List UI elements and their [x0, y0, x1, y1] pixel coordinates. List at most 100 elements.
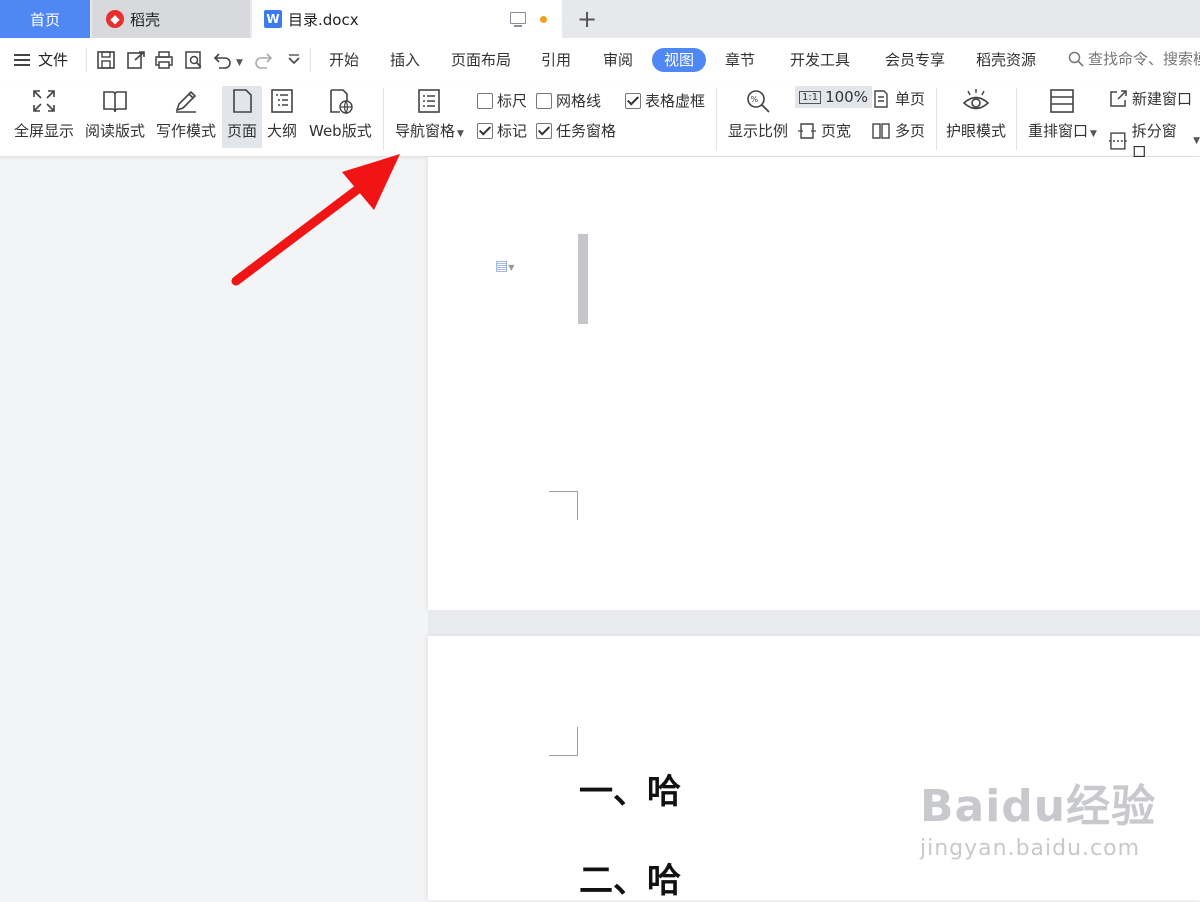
paragraph-layout-icon[interactable]: ▤▼	[495, 258, 514, 274]
print-icon[interactable]	[154, 50, 174, 70]
split-window-button[interactable]: 拆分窗口 ▼	[1108, 120, 1200, 162]
ribbon-divider	[936, 88, 937, 150]
menu-references[interactable]: 引用	[541, 48, 571, 72]
svg-text:%: %	[751, 95, 759, 104]
web-layout-button[interactable]: Web版式	[309, 86, 372, 141]
table-frame-checkbox[interactable]: 表格虚框	[625, 90, 705, 111]
menu-member[interactable]: 会员专享	[885, 48, 945, 72]
new-window-label: 新建窗口	[1132, 90, 1193, 108]
zoom-100-label: 100%	[825, 88, 868, 106]
customize-chevron-icon[interactable]	[284, 50, 304, 70]
web-page-icon	[325, 86, 355, 116]
task-pane-checkbox[interactable]: 任务窗格	[536, 120, 616, 141]
navigation-pane-label: 导航窗格 ▼	[395, 120, 464, 141]
monitor-icon[interactable]	[510, 12, 526, 27]
menu-divider	[86, 48, 87, 72]
zoom-label: 显示比例	[728, 122, 789, 140]
tab-document[interactable]: W 目录.docx	[252, 0, 562, 38]
marks-checkbox[interactable]: 标记	[477, 120, 527, 141]
menu-review[interactable]: 审阅	[603, 48, 633, 72]
tab-home[interactable]: 首页	[0, 0, 90, 38]
menu-page-layout[interactable]: 页面布局	[451, 48, 511, 72]
ruler-checkbox[interactable]: 标尺	[477, 90, 527, 111]
checkbox-box	[477, 92, 493, 109]
split-window-label: 拆分窗口	[1131, 122, 1177, 161]
task-pane-label: 任务窗格	[556, 122, 617, 140]
one-to-one-icon: 1:1	[799, 90, 822, 104]
export-icon[interactable]	[126, 50, 146, 70]
unsaved-dot-icon	[540, 16, 547, 23]
open-book-icon	[100, 86, 130, 116]
reading-layout-label: 阅读版式	[85, 122, 146, 140]
chevron-down-icon: ▼	[457, 129, 464, 139]
multi-page-button[interactable]: 多页	[871, 120, 925, 141]
zoom-button[interactable]: % 显示比例	[728, 86, 788, 141]
navigation-pane-button[interactable]: 导航窗格 ▼	[395, 86, 464, 141]
undo-dropdown-icon[interactable]: ▼	[234, 50, 244, 70]
single-page-icon	[874, 89, 888, 108]
menu-insert[interactable]: 插入	[390, 48, 420, 72]
reading-layout-button[interactable]: 阅读版式	[85, 86, 145, 141]
hamburger-icon	[14, 53, 30, 66]
ribbon-divider	[1016, 88, 1017, 150]
zoom-100-button[interactable]: 1:1 100%	[795, 86, 872, 108]
split-window-icon	[1108, 132, 1127, 150]
print-preview-icon[interactable]	[184, 50, 204, 70]
outline-view-label: 大纲	[267, 122, 298, 140]
tab-daoke[interactable]: ◆ 稻壳	[92, 0, 250, 38]
command-search[interactable]: 查找命令、搜索模	[1068, 48, 1200, 69]
arrange-windows-button[interactable]: 重排窗口 ▼	[1028, 86, 1097, 141]
new-tab-plus-icon[interactable]: +	[574, 5, 600, 33]
multi-page-icon	[872, 122, 890, 139]
page-width-icon	[798, 122, 816, 139]
outline-icon	[267, 86, 297, 116]
paragraph-selection-bar	[578, 234, 588, 324]
file-menu-label: 文件	[38, 51, 69, 69]
title-tab-bar: 首页 ◆ 稻壳 W 目录.docx +	[0, 0, 1200, 38]
checkbox-box	[536, 122, 552, 139]
menu-daoke-resources[interactable]: 稻壳资源	[976, 48, 1036, 72]
writing-mode-button[interactable]: 写作模式	[156, 86, 216, 141]
single-page-label: 单页	[895, 90, 926, 108]
menu-view[interactable]: 视图	[652, 48, 707, 72]
search-placeholder: 查找命令、搜索模	[1088, 50, 1200, 68]
page-icon	[227, 86, 257, 116]
single-page-button[interactable]: 单页	[871, 88, 925, 109]
checkbox-box	[536, 92, 552, 109]
arrange-windows-text: 重排窗口	[1028, 122, 1089, 140]
outline-view-button[interactable]: 大纲	[267, 86, 297, 141]
menu-chapter[interactable]: 章节	[725, 48, 755, 72]
eye-icon	[961, 86, 991, 116]
undo-icon[interactable]	[212, 50, 232, 70]
tab-home-label: 首页	[29, 10, 60, 29]
page-view-button[interactable]: 页面	[222, 86, 262, 148]
menu-start[interactable]: 开始	[329, 48, 359, 72]
chevron-down-icon: ▼	[1193, 136, 1200, 146]
ruler-label: 标尺	[497, 92, 528, 110]
menu-developer[interactable]: 开发工具	[790, 48, 850, 72]
page-width-button[interactable]: 页宽	[797, 120, 851, 141]
view-ribbon: 全屏显示 阅读版式 写作模式 页面 大纲 Web版式 导航窗格 ▼ 标尺 网格线…	[0, 82, 1200, 161]
fullscreen-button[interactable]: 全屏显示	[14, 86, 74, 141]
fullscreen-label: 全屏显示	[14, 122, 75, 140]
arrange-windows-icon	[1047, 86, 1077, 116]
web-layout-label: Web版式	[309, 122, 372, 140]
page-view-label: 页面	[226, 122, 257, 140]
writing-mode-label: 写作模式	[156, 122, 217, 140]
redo-icon[interactable]	[254, 50, 274, 70]
gridlines-checkbox[interactable]: 网格线	[536, 90, 601, 111]
menu-bar: 文件 ▼ 开始 插入 页面布局 引用 审阅 视图 章节 开发工具 会员专享 稻壳…	[0, 38, 1200, 82]
document-heading-2[interactable]: 二、哈	[579, 853, 681, 902]
document-page-1[interactable]	[428, 157, 1200, 610]
watermark-sub-text: jingyan.baidu.com	[920, 836, 1141, 861]
new-window-button[interactable]: 新建窗口	[1108, 88, 1192, 109]
baidu-watermark: Baidu经验 jingyan.baidu.com	[920, 770, 1156, 861]
tab-document-label: 目录.docx	[288, 10, 359, 29]
save-icon[interactable]	[96, 50, 116, 70]
eye-care-button[interactable]: 护眼模式	[946, 86, 1006, 141]
new-window-icon	[1110, 89, 1127, 107]
document-heading-1[interactable]: 一、哈	[579, 764, 681, 813]
file-menu[interactable]: 文件	[14, 49, 68, 70]
fullscreen-icon	[29, 86, 59, 116]
navigation-pane-text: 导航窗格	[395, 122, 456, 140]
